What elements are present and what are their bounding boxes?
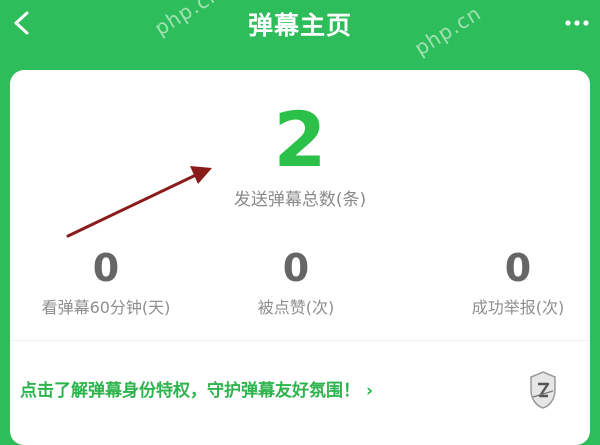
divider bbox=[10, 340, 590, 341]
total-danmaku-label: 发送弹幕总数(条) bbox=[233, 190, 367, 210]
stat-label: 成功举报(次) bbox=[471, 298, 565, 317]
danmaku-stats-card: 2 发送弹幕总数(条) 0 看弹幕60分钟(天) 0 被点赞(次) 0 成功举报… bbox=[10, 70, 590, 445]
stat-value: 0 bbox=[282, 246, 310, 290]
stat-label: 看弹幕60分钟(天) bbox=[41, 298, 171, 317]
stat-value: 0 bbox=[92, 246, 120, 290]
privilege-link-text: 点击了解弹幕身份特权，守护弹幕友好氛围！ bbox=[20, 381, 360, 401]
stat-reported: 0 成功举报(次) bbox=[428, 246, 600, 318]
app-header: 弹幕主页 php.cn php.cn bbox=[0, 0, 600, 60]
total-danmaku-count: 2 bbox=[273, 95, 327, 184]
more-dots-icon bbox=[565, 20, 589, 26]
chevron-right-icon: › bbox=[366, 381, 374, 401]
stat-label: 被点赞(次) bbox=[257, 298, 335, 317]
page-title: 弹幕主页 bbox=[247, 11, 352, 40]
more-button[interactable] bbox=[560, 8, 594, 38]
privilege-link[interactable]: 点击了解弹幕身份特权，守护弹幕友好氛围！ › bbox=[20, 376, 373, 401]
stat-value: 0 bbox=[504, 246, 532, 290]
stat-liked: 0 被点赞(次) bbox=[206, 246, 386, 318]
shield-badge-icon[interactable] bbox=[528, 370, 558, 410]
stat-watch-minutes: 0 看弹幕60分钟(天) bbox=[16, 246, 196, 318]
